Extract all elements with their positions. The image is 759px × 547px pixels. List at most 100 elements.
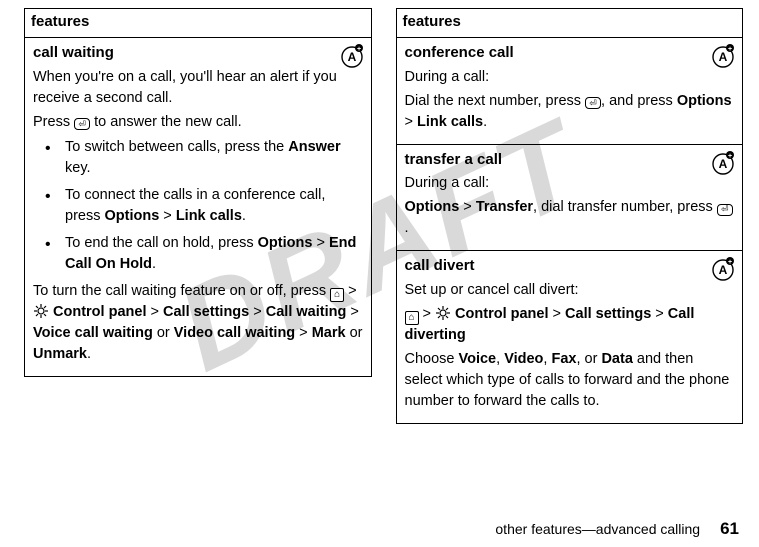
svg-text:A: A [719,263,728,277]
bullet-list: To switch between calls, press the Answe… [33,137,363,275]
text: To switch between calls, press the [65,139,288,155]
text: , [496,351,504,367]
home-key-icon: ⌂ [405,311,419,325]
home-key-icon: ⌂ [330,288,344,302]
text: key. [65,160,91,176]
table-header: features [25,9,372,38]
network-feature-icon: A+ [710,42,736,68]
separator: > [459,199,476,215]
section-title: call waiting [33,42,363,64]
section-title: call divert [405,255,735,277]
list-item: To switch between calls, press the Answe… [51,137,363,179]
text: To turn the call waiting feature on or o… [33,283,330,299]
text: , dial transfer number, press [533,199,717,215]
transfer-call-cell: A+ transfer a call During a call: Option… [396,144,743,251]
text: . [483,114,487,130]
menu-label: Options [105,208,160,224]
menu-label: Call settings [163,304,249,320]
text: to answer the new call. [90,114,242,130]
menu-label: Voice call waiting [33,325,153,341]
section-title: conference call [405,42,735,64]
left-column: features A+ call waiting When you're on … [24,8,372,424]
right-column: features A+ conference call During a cal… [396,8,744,424]
option-label: Voice [459,351,497,367]
separator: > [295,325,312,341]
call-waiting-cell: A+ call waiting When you're on a call, y… [25,37,372,376]
body-text: Dial the next number, press ⏎, and press… [405,91,735,133]
separator: > [346,304,359,320]
menu-label: Link calls [417,114,483,130]
conference-call-cell: A+ conference call During a call: Dial t… [396,37,743,144]
menu-label: Options [677,93,732,109]
menu-label: Call settings [565,306,651,322]
page-footer: other features—advanced calling 61 [495,519,739,539]
text: Dial the next number, press [405,93,586,109]
menu-label: Options [258,235,313,251]
option-label: Fax [551,351,576,367]
body-text: During a call: [405,173,735,194]
features-table-left: features A+ call waiting When you're on … [24,8,372,377]
list-item: To end the call on hold, press Options >… [51,233,363,275]
key-label: Answer [288,139,340,155]
text: Press [33,114,74,130]
separator: > [146,304,163,320]
call-divert-cell: A+ call divert Set up or cancel call div… [396,251,743,424]
body-text: Press ⏎ to answer the new call. [33,112,363,133]
text: or [153,325,174,341]
body-text: To turn the call waiting feature on or o… [33,281,363,365]
text: or [346,325,363,341]
body-text: ⌂ > Control panel > Call settings > Call… [405,304,735,346]
menu-label: Control panel [49,304,146,320]
body-text: Set up or cancel call divert: [405,280,735,301]
separator: > [344,283,357,299]
menu-label: Mark [312,325,346,341]
body-text: During a call: [405,67,735,88]
send-key-icon: ⏎ [74,118,90,130]
send-key-icon: ⏎ [717,204,733,216]
menu-label: Unmark [33,346,87,362]
menu-label: Control panel [451,306,548,322]
svg-text:+: + [356,46,360,53]
network-feature-icon: A+ [339,42,365,68]
option-label: Video [504,351,543,367]
svg-text:+: + [728,153,732,160]
text: , or [576,351,601,367]
menu-label: Video call waiting [174,325,295,341]
svg-text:A: A [347,50,356,64]
body-text: Choose Voice, Video, Fax, or Data and th… [405,349,735,412]
network-feature-icon: A+ [710,149,736,175]
separator: > [405,114,418,130]
separator: > [651,306,668,322]
network-feature-icon: A+ [710,255,736,281]
menu-label: Link calls [176,208,242,224]
text: Choose [405,351,459,367]
menu-label: Options [405,199,460,215]
body-text: When you're on a call, you'll hear an al… [33,67,363,109]
menu-label: Transfer [476,199,533,215]
section-name: other features—advanced calling [495,521,700,537]
text: . [405,220,409,236]
separator: > [419,306,436,322]
svg-text:+: + [728,46,732,53]
text: To end the call on hold, press [65,235,258,251]
menu-label: Call waiting [266,304,347,320]
separator: > [312,235,329,251]
text: , and press [601,93,677,109]
page-number: 61 [720,519,739,539]
page-content: features A+ call waiting When you're on … [0,0,759,424]
section-title: transfer a call [405,149,735,171]
text: . [242,208,246,224]
features-table-right: features A+ conference call During a cal… [396,8,744,424]
separator: > [549,306,566,322]
separator: > [249,304,266,320]
text: . [87,346,91,362]
separator: > [159,208,176,224]
option-label: Data [601,351,632,367]
svg-text:+: + [728,259,732,266]
gear-icon [435,305,451,321]
table-header: features [396,9,743,38]
text: . [152,256,156,272]
list-item: To connect the calls in a conference cal… [51,185,363,227]
svg-text:A: A [719,157,728,171]
svg-text:A: A [719,50,728,64]
